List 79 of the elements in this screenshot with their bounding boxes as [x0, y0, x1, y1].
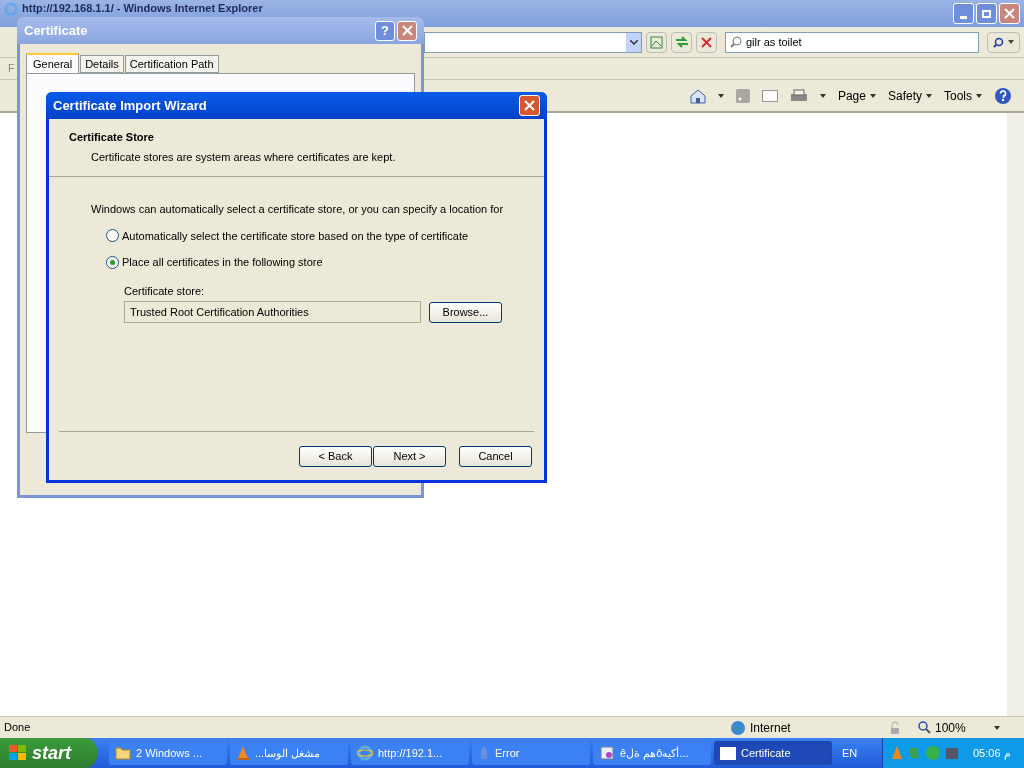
caret-icon: [1008, 40, 1014, 44]
dialog-button[interactable]: Browse...: [429, 301, 502, 323]
store-field[interactable]: Trusted Root Certification Authorities: [124, 301, 421, 323]
close-button[interactable]: [519, 95, 540, 116]
refresh-button[interactable]: [671, 31, 692, 53]
close-button[interactable]: [397, 20, 417, 41]
zone-text: Internet: [750, 719, 791, 737]
taskbar-button[interactable]: Certificate: [714, 741, 832, 765]
app-icon: [599, 745, 615, 761]
taskbar-button[interactable]: http://192.1...: [351, 741, 469, 765]
address-field[interactable]: [424, 31, 642, 53]
tab[interactable]: Certification Path: [124, 55, 219, 73]
close-icon: [401, 25, 413, 36]
radio-option[interactable]: Place all certificates in the following store: [106, 254, 544, 271]
minimize-button[interactable]: [953, 3, 974, 24]
intro-text: Windows can automatically select a certificate store, or you can specify a location for: [91, 202, 505, 217]
globe-icon: [730, 719, 746, 736]
close-icon: [524, 100, 535, 111]
dialog-title: Certificate: [24, 21, 88, 40]
mail-icon[interactable]: [761, 89, 778, 102]
search-icon: [993, 36, 1004, 48]
folder-icon: [115, 746, 131, 760]
close-button[interactable]: [999, 3, 1020, 24]
command-menu[interactable]: Safety: [887, 86, 932, 105]
command-menu[interactable]: Tools: [944, 86, 982, 105]
caret-icon[interactable]: [717, 93, 724, 98]
stop-icon: [701, 36, 712, 48]
minimize-icon: [960, 16, 967, 19]
page-icon: [650, 35, 663, 49]
feed-icon[interactable]: [735, 88, 750, 103]
refresh-icon: [674, 36, 689, 48]
search-icon: [730, 36, 742, 48]
close-icon: [1004, 8, 1015, 19]
zoom-control[interactable]: 100%: [918, 718, 1000, 737]
browser-icon: [357, 745, 373, 761]
windows-flag-icon: [8, 744, 28, 762]
status-text: Done: [4, 720, 31, 736]
taskbar-button[interactable]: 2 Windows ...: [109, 741, 227, 765]
radio-button[interactable]: [106, 229, 119, 243]
caret-icon: [976, 93, 982, 98]
window-title: http://192.168.1.1/ - Windows Internet Explorer: [22, 2, 263, 15]
dropdown-icon: [626, 32, 641, 52]
taskbar-button[interactable]: êهم ةلôأكيه...: [593, 741, 711, 765]
search-button[interactable]: [987, 31, 1020, 53]
caret-icon: [926, 93, 932, 98]
zoom-icon: [918, 721, 931, 734]
dialog-button[interactable]: Next >: [373, 445, 446, 467]
dialog-title: Certificate Import Wizard: [53, 96, 207, 115]
restore-icon: [982, 9, 991, 18]
window-icon: [720, 746, 736, 760]
printer-icon[interactable]: [789, 88, 808, 103]
field-label: Certificate store:: [124, 283, 206, 299]
help-icon[interactable]: [994, 86, 1012, 105]
dialog-button[interactable]: < Back: [299, 445, 372, 467]
caret-icon[interactable]: [819, 93, 826, 98]
language-indicator[interactable]: EN: [842, 744, 858, 762]
dialog-button[interactable]: Cancel: [459, 445, 532, 467]
browser-icon: [4, 2, 18, 16]
page-description: Certificate stores are system areas where certificates are kept.: [90, 149, 397, 165]
start-button[interactable]: start: [0, 738, 97, 768]
radio-button[interactable]: [106, 255, 119, 269]
caret-icon: [869, 93, 876, 98]
taskbar-button[interactable]: Error: [472, 741, 590, 765]
compatibility-button[interactable]: [646, 31, 667, 53]
taskbar-button[interactable]: مشغل الوسا...: [230, 741, 348, 765]
command-menu[interactable]: Page: [837, 86, 876, 105]
page-heading: Certificate Store: [69, 130, 155, 145]
cone-icon: [236, 745, 250, 761]
restore-button[interactable]: [976, 3, 997, 24]
device-icon[interactable]: [945, 745, 959, 761]
radio-option[interactable]: Automatically select the certificate store based on the type of certificate: [106, 227, 544, 244]
search-field[interactable]: gilr as toilet: [725, 31, 979, 53]
clock: 05:06 م: [973, 745, 1011, 762]
caret-icon: [994, 725, 1000, 730]
lock-icon[interactable]: [888, 720, 902, 735]
stop-button[interactable]: [696, 31, 717, 53]
tab[interactable]: Details: [80, 55, 124, 73]
home-icon[interactable]: [689, 87, 706, 104]
tab[interactable]: General: [26, 53, 80, 73]
